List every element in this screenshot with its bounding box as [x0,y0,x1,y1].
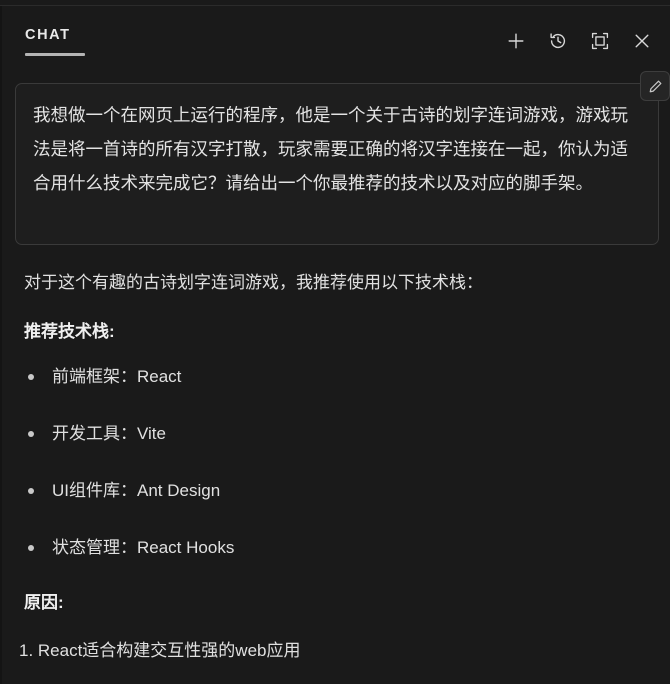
list-item: 状态管理：React Hooks [24,535,660,561]
recommended-stack-list: 前端框架：React 开发工具：Vite UI组件库：Ant Design 状态… [24,364,660,561]
reply-reason-heading: 原因: [24,593,64,612]
reason-list: 1. React适合构建交互性强的web应用 [19,637,660,665]
chat-panel-header: CHAT [2,6,670,64]
user-message-container: 我想做一个在网页上运行的程序，他是一个关于古诗的划字连词游戏，游戏玩法是将一首诗… [15,71,670,245]
tab-chat[interactable]: CHAT [25,28,71,43]
list-item: 开发工具：Vite [24,421,660,447]
list-item: 前端框架：React [24,364,660,390]
assistant-reply: 对于这个有趣的古诗划字连词游戏，我推荐使用以下技术栈： 推荐技术栈: 前端框架：… [19,268,660,665]
maximize-icon[interactable] [589,30,611,52]
header-actions [505,30,653,52]
new-chat-icon[interactable] [505,30,527,52]
edit-pencil-icon[interactable] [640,71,670,101]
reply-intro-paragraph: 对于这个有趣的古诗划字连词游戏，我推荐使用以下技术栈： [24,273,483,292]
close-icon[interactable] [631,30,653,52]
list-item: 1. React适合构建交互性强的web应用 [19,641,301,660]
list-item: UI组件库：Ant Design [24,478,660,504]
history-icon[interactable] [547,30,569,52]
user-message-box[interactable]: 我想做一个在网页上运行的程序，他是一个关于古诗的划字连词游戏，游戏玩法是将一首诗… [15,71,670,245]
tab-active-indicator [25,53,85,56]
reply-stack-heading: 推荐技术栈: [24,322,115,341]
chat-panel: CHAT 我想做一个在网页上运行的程序，他是一个关于古诗的划字连词游戏，游戏玩法… [0,6,670,684]
user-message-text: 我想做一个在网页上运行的程序，他是一个关于古诗的划字连词游戏，游戏玩法是将一首诗… [33,105,628,193]
